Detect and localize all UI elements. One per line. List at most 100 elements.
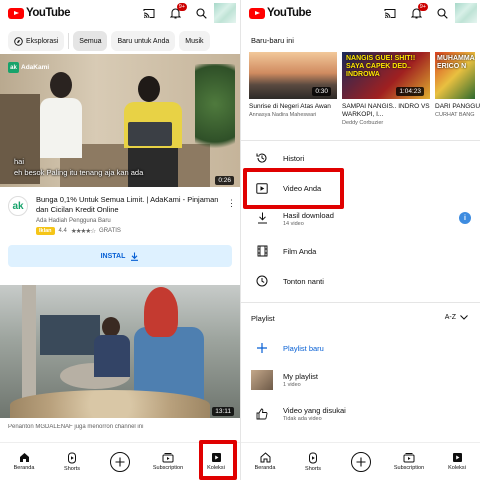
shorts-icon <box>68 452 76 463</box>
chip-new-for-you[interactable]: Baru untuk Anda <box>111 31 176 51</box>
video-meta: Penanton MGDALENAF juga menorron channel… <box>8 424 144 430</box>
nav-create[interactable] <box>96 443 144 480</box>
menu-sublabel: 1 video <box>283 382 301 388</box>
chevron-down-icon <box>460 315 468 320</box>
duration-badge: 0:26 <box>215 176 234 185</box>
notifications-icon[interactable]: 9+ <box>162 0 188 26</box>
nav-subscriptions[interactable]: Subscription <box>144 443 192 480</box>
recent-video-thumbnail: NANGIS GUE! SHIT!! SAYA CAPEK DED.. INDR… <box>342 52 430 99</box>
library-icon <box>452 453 462 462</box>
recent-video-card[interactable]: MUHAMMA ERICO N DARI PANGGUNG MENDUNIA..… <box>435 52 480 126</box>
search-icon[interactable] <box>188 0 214 26</box>
cast-icon[interactable] <box>136 0 162 26</box>
highlight-your-videos <box>243 168 344 209</box>
video-title[interactable]: Bunga 0,1% Untuk Semua Limit. | AdaKami … <box>36 195 224 215</box>
recent-section-title: Baru-baru ini <box>251 36 294 45</box>
library-screen: YouTube 9+ Baru-baru ini 0:30 Sunrise di… <box>240 0 480 480</box>
video-subtitle: Ada Hadiah Pengguna Baru <box>36 218 111 224</box>
nav-home[interactable]: Beranda <box>241 443 289 480</box>
chip-all[interactable]: Semua <box>73 31 108 51</box>
recent-video-card[interactable]: 0:30 Sunrise di Negeri Atas Awan Annasya… <box>249 52 337 126</box>
chip-music[interactable]: Musik <box>179 31 210 51</box>
subscriptions-icon <box>162 453 174 463</box>
chip-divider <box>68 33 70 49</box>
menu-history[interactable]: Histori <box>241 147 480 169</box>
menu-label: Hasil download <box>283 211 334 220</box>
menu-label: Film Anda <box>283 246 317 256</box>
nav-home[interactable]: Beranda <box>0 443 48 480</box>
notification-badge: 9+ <box>176 3 187 11</box>
more-options-icon[interactable]: ⋮ <box>227 198 236 209</box>
recent-video-channel: Deddy Corbuzier <box>342 120 384 126</box>
nav-library[interactable]: Koleksi <box>433 443 480 480</box>
shorts-icon <box>309 452 317 463</box>
menu-movies[interactable]: Film Anda <box>241 240 480 262</box>
menu-sublabel: Tidak ada video <box>283 416 322 422</box>
video-thumbnail[interactable]: 13:11 <box>0 285 240 418</box>
cast-icon[interactable] <box>377 0 403 26</box>
playlist-liked-videos[interactable]: Video yang disukai Tidak ada video <box>241 402 480 426</box>
recent-video-thumbnail: 0:30 <box>249 52 337 99</box>
thumbnail-overlay-text: NANGIS GUE! SHIT!! SAYA CAPEK DED.. INDR… <box>346 55 416 78</box>
menu-watch-later[interactable]: Tonton nanti <box>241 270 480 292</box>
price-label: GRATIS <box>99 228 121 234</box>
youtube-play-icon <box>8 7 24 19</box>
chip-explore[interactable]: Eksplorasi <box>8 31 65 51</box>
nav-label: Beranda <box>13 465 35 471</box>
menu-downloads[interactable]: Hasil download 14 video i <box>241 207 480 229</box>
menu-label: Tonton nanti <box>283 276 324 286</box>
top-bar: YouTube 9+ <box>0 0 240 26</box>
channel-avatar[interactable]: ak <box>8 196 28 216</box>
nav-label: Koleksi <box>448 465 466 471</box>
movies-icon <box>255 244 269 258</box>
install-button[interactable]: INSTAL <box>8 245 232 267</box>
sort-label: A-Z <box>444 314 456 321</box>
recent-video-card[interactable]: NANGIS GUE! SHIT!! SAYA CAPEK DED.. INDR… <box>342 52 430 126</box>
nav-label: Subscription <box>152 465 184 471</box>
compass-icon <box>14 36 23 46</box>
nav-subscriptions[interactable]: Subscription <box>385 443 433 480</box>
install-label: INSTAL <box>100 252 126 260</box>
youtube-logo[interactable]: YouTube <box>249 7 311 19</box>
duration-badge: 13:11 <box>212 407 234 416</box>
home-icon <box>19 453 29 462</box>
chip-label: Eksplorasi <box>26 37 59 45</box>
notification-badge: 9+ <box>417 3 428 11</box>
bottom-nav: Beranda Shorts Subscription Koleksi <box>241 442 480 480</box>
account-avatar[interactable] <box>214 3 236 23</box>
playlist-my-playlist[interactable]: My playlist 1 video <box>241 368 480 392</box>
download-icon <box>131 252 139 261</box>
sort-dropdown[interactable]: A-Z <box>445 314 468 321</box>
recent-video-channel: CURHAT BANG <box>435 112 475 118</box>
download-icon <box>255 211 269 225</box>
subtitle-line: eh besok Paling itu tenang aja kan ada <box>14 168 144 177</box>
account-avatar[interactable] <box>455 3 477 23</box>
chip-label: Baru untuk Anda <box>117 37 170 45</box>
recent-videos-row: 0:30 Sunrise di Negeri Atas Awan Annasya… <box>249 52 480 126</box>
menu-label: My playlist <box>283 372 319 381</box>
playlist-new[interactable]: Playlist baru <box>241 337 480 359</box>
home-icon <box>260 452 270 463</box>
divider <box>241 140 480 141</box>
nav-shorts[interactable]: Shorts <box>48 443 96 480</box>
download-status-icon: i <box>459 212 471 224</box>
playlist-section-title: Playlist <box>251 314 275 323</box>
nav-create[interactable] <box>337 443 385 480</box>
filter-chips: Eksplorasi Semua Baru untuk Anda Musik <box>0 30 240 52</box>
youtube-logo[interactable]: YouTube <box>8 7 70 19</box>
clock-icon <box>255 274 269 288</box>
youtube-play-icon <box>249 7 265 19</box>
notifications-icon[interactable]: 9+ <box>403 0 429 26</box>
highlight-library <box>199 440 237 480</box>
home-screen: YouTube 9+ Eksplorasi Semua Baru untuk A… <box>0 0 240 480</box>
nav-label: Shorts <box>64 465 80 472</box>
recent-video-title: Sunrise di Negeri Atas Awan <box>249 103 331 110</box>
video-thumbnail[interactable]: ak AdaKami hai eh besok Paling itu tenang… <box>0 54 240 187</box>
search-icon[interactable] <box>429 0 455 26</box>
top-bar: YouTube 9+ <box>241 0 480 26</box>
nav-shorts[interactable]: Shorts <box>289 443 337 480</box>
menu-sublabel: 14 video <box>283 221 304 227</box>
recent-video-title: DARI PANGGUNG MENDUNIA... <box>435 103 480 110</box>
ad-badge: Iklan <box>36 227 55 235</box>
nav-label: Subscription <box>393 465 425 471</box>
